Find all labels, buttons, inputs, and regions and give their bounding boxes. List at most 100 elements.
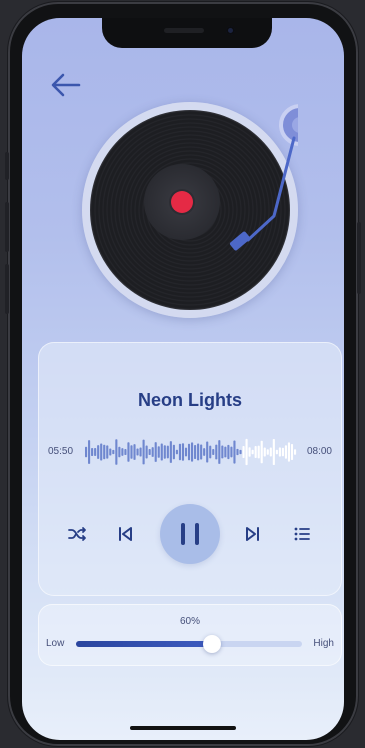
- waveform-bar-played: [230, 446, 233, 458]
- waveform-bar-played: [157, 446, 160, 458]
- waveform-bar-remaining: [272, 438, 275, 466]
- skip-next-icon: [246, 527, 259, 541]
- volume-slider-thumb[interactable]: [202, 635, 221, 653]
- previous-track-button[interactable]: [112, 521, 138, 547]
- mute-switch: [5, 152, 9, 180]
- arrow-left-icon: [51, 73, 81, 97]
- waveform-bar-remaining: [275, 449, 278, 455]
- waveform-bar-remaining: [290, 443, 294, 461]
- waveform-bar-remaining: [284, 445, 288, 459]
- waveform-bar-played: [166, 445, 169, 459]
- player-card: Neon Lights 05:50 08:00: [38, 342, 342, 596]
- waveform-bar-remaining: [287, 442, 291, 462]
- waveform-bar-remaining: [278, 447, 281, 457]
- waveform-bar-played: [215, 444, 218, 460]
- waveform-bar-played: [106, 445, 109, 459]
- volume-low-label: Low: [46, 638, 65, 649]
- waveform-bar-played: [236, 448, 239, 456]
- playback-controls: [38, 504, 342, 564]
- waveform-bar-remaining: [245, 438, 248, 466]
- waveform-bar-remaining: [257, 445, 260, 459]
- waveform-bar-played: [206, 441, 209, 463]
- waveform-bar-played: [200, 444, 203, 460]
- waveform-bar-played: [194, 445, 197, 459]
- waveform-bar-played: [209, 445, 212, 459]
- waveform-bar-remaining: [242, 445, 245, 459]
- waveform-bar-played: [221, 445, 224, 459]
- waveform-bar-played: [139, 447, 142, 457]
- power-button: [357, 222, 361, 294]
- waveform-bar-remaining: [266, 449, 269, 455]
- waveform-bar-played: [142, 439, 145, 465]
- waveform-bar-played: [227, 444, 230, 460]
- waveform-bar-played: [112, 449, 115, 455]
- waveform-bar-played: [145, 445, 148, 459]
- next-track-button[interactable]: [240, 521, 266, 547]
- waveform-bar-played: [100, 443, 103, 461]
- waveform-bar-played: [154, 442, 157, 462]
- waveform-bar-remaining: [263, 447, 266, 457]
- waveform-bar-remaining: [293, 449, 297, 455]
- waveform-bar-played: [91, 447, 94, 457]
- waveform-bar-remaining: [260, 440, 263, 464]
- waveform-bar-played: [197, 443, 200, 461]
- waveform-bar-played: [212, 449, 215, 455]
- waveform-bar-played: [124, 449, 127, 455]
- playlist-button[interactable]: [289, 521, 315, 547]
- waveform-bar-played: [160, 443, 163, 461]
- skip-previous-icon: [119, 527, 132, 541]
- volume-slider-fill: [76, 641, 212, 647]
- record-label: [171, 191, 193, 213]
- volume-high-label: High: [313, 638, 334, 649]
- waveform-bar-played: [118, 446, 121, 458]
- waveform-bar-played: [148, 448, 151, 456]
- list-icon: [294, 527, 310, 541]
- volume-slider[interactable]: [76, 635, 302, 653]
- home-indicator: [130, 726, 236, 730]
- waveform-bar-played: [172, 444, 175, 460]
- waveform-bar-played: [85, 446, 88, 458]
- waveform-bar-played: [175, 449, 178, 455]
- track-title: Neon Lights: [138, 390, 242, 410]
- waveform-bar-played: [130, 445, 133, 459]
- waveform-bar-played: [163, 445, 166, 459]
- waveform-bar-played: [218, 440, 221, 464]
- waveform-bar-played: [181, 443, 185, 461]
- volume-up-button: [5, 202, 9, 252]
- waveform-bar-played: [184, 447, 188, 457]
- waveform-bar-remaining: [248, 447, 251, 457]
- waveform-bar-played: [109, 448, 112, 456]
- front-camera: [226, 26, 235, 35]
- shuffle-icon: [68, 527, 86, 541]
- waveform-bar-played: [239, 449, 242, 455]
- waveform-bar-played: [191, 442, 194, 462]
- play-pause-button[interactable]: [160, 504, 220, 564]
- volume-card: 60% Low High: [38, 604, 342, 666]
- earpiece-speaker: [164, 28, 204, 33]
- waveform-bar-remaining: [269, 447, 272, 457]
- waveform-bar-played: [203, 448, 206, 456]
- waveform-bar-played: [233, 440, 236, 464]
- waveform-bar-played: [187, 443, 191, 461]
- waveform-bar-played: [127, 442, 130, 462]
- waveform-bar-played: [88, 440, 91, 464]
- waveform-bar-played: [94, 448, 97, 456]
- waveform-bar-played: [115, 439, 118, 465]
- total-duration: 08:00: [306, 446, 332, 457]
- turntable: [82, 102, 298, 318]
- waveform-bar-played: [97, 445, 100, 459]
- waveform-seek-bar[interactable]: [85, 436, 297, 468]
- volume-down-button: [5, 264, 9, 314]
- app-screen: Neon Lights 05:50 08:00 60% Low High: [22, 18, 344, 740]
- waveform-bar-played: [121, 448, 124, 456]
- waveform-bar-remaining: [281, 447, 284, 457]
- waveform-bar-remaining: [254, 446, 257, 458]
- waveform-bar-played: [224, 446, 227, 458]
- volume-percent: 60%: [179, 616, 200, 627]
- notch: [102, 18, 272, 48]
- waveform-bar-played: [151, 447, 154, 457]
- elapsed-time: 05:50: [48, 446, 74, 457]
- shuffle-button[interactable]: [64, 521, 90, 547]
- waveform-bar-played: [178, 443, 182, 461]
- back-button[interactable]: [46, 70, 86, 100]
